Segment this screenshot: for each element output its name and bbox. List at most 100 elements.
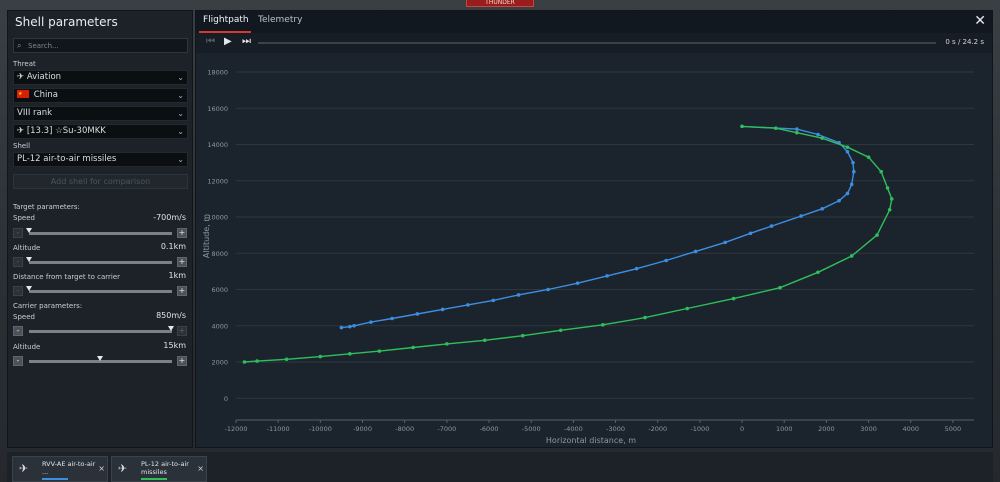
series-line-0 — [341, 125, 855, 329]
target-distance-increment-button[interactable]: + — [177, 286, 187, 296]
target-altitude-decrement-button[interactable]: - — [13, 257, 23, 267]
search-icon: ⌕ — [17, 41, 22, 50]
series-point-1 — [875, 233, 879, 237]
target-speed-label: Speed — [13, 214, 35, 222]
series-point-0 — [516, 293, 521, 297]
y-tick-label: 12000 — [207, 177, 228, 185]
search-input[interactable] — [28, 40, 183, 52]
x-tick-label: -5000 — [522, 425, 541, 433]
rank-value: VIII rank — [17, 108, 53, 118]
search-box[interactable]: ⌕ — [13, 38, 188, 53]
y-tick-label: 14000 — [207, 141, 228, 149]
x-tick-label: -11000 — [267, 425, 290, 433]
carrier-altitude-decrement-button[interactable]: - — [13, 356, 23, 366]
target-params-heading: Target parameters: — [13, 203, 80, 211]
legend-line — [42, 478, 68, 480]
target-distance-slider[interactable] — [29, 290, 172, 293]
series-point-1 — [685, 306, 690, 311]
add-shell-comparison-button[interactable]: Add shell for comparison — [13, 174, 188, 189]
legend-line — [141, 478, 167, 480]
tab-flightpath[interactable]: Flightpath — [203, 15, 249, 25]
target-speed-slider-thumb[interactable] — [26, 228, 32, 233]
tab-telemetry[interactable]: Telemetry — [258, 15, 302, 25]
target-altitude-slider[interactable] — [29, 261, 172, 264]
target-distance-decrement-button[interactable]: - — [13, 286, 23, 296]
y-tick-label: 8000 — [211, 250, 228, 258]
country-select[interactable]: China ⌄ — [13, 88, 188, 103]
target-distance-slider-thumb[interactable] — [26, 286, 32, 291]
x-tick-label: 0 — [740, 425, 744, 433]
series-point-1 — [845, 145, 850, 150]
x-axis-title: Horizontal distance, m — [546, 436, 636, 445]
chart-svg: 0200040006000800010000120001400016000180… — [202, 69, 974, 445]
top-banner: THUNDER — [466, 0, 534, 7]
series-point-1 — [885, 186, 890, 190]
series-point-0 — [837, 198, 841, 203]
series-point-1 — [445, 342, 449, 346]
close-icon[interactable]: × — [98, 464, 105, 473]
series-point-1 — [377, 349, 382, 353]
carrier-speed-slider-thumb[interactable] — [168, 326, 174, 331]
carrier-altitude-slider-thumb[interactable] — [97, 356, 103, 361]
series-point-1 — [483, 338, 487, 343]
series-point-1 — [643, 315, 647, 320]
playback-timeline[interactable] — [258, 42, 936, 44]
chevron-down-icon: ⌄ — [177, 73, 184, 82]
vehicle-value: [13.3] ☆Su-30MKK — [26, 126, 106, 136]
skip-forward-icon[interactable]: ⏭ — [242, 36, 251, 47]
target-speed-increment-button[interactable]: + — [177, 228, 187, 238]
series-point-0 — [369, 320, 373, 324]
series-point-0 — [852, 169, 856, 174]
carrier-speed-value: 850m/s — [156, 311, 186, 320]
shell-card-pl-12[interactable]: ✈ PL-12 air-to-air missiles × — [111, 456, 207, 482]
carrier-params-heading: Carrier parameters: — [13, 302, 83, 310]
target-altitude-slider-thumb[interactable] — [26, 257, 32, 262]
series-point-1 — [773, 126, 778, 130]
time-total: 24.2 s — [962, 38, 984, 46]
carrier-speed-increment-button[interactable]: + — [177, 326, 187, 336]
x-tick-label: -3000 — [606, 425, 625, 433]
series-point-0 — [348, 324, 352, 329]
chevron-down-icon: ⌄ — [177, 91, 184, 100]
vehicle-select[interactable]: ✈ [13.3] ☆Su-30MKK ⌄ — [13, 124, 188, 139]
time-readout: 0 s / 24.2 s — [945, 38, 984, 46]
missile-icon: ✈ — [118, 462, 128, 475]
target-speed-decrement-button[interactable]: - — [13, 228, 23, 238]
country-value: China — [33, 90, 58, 100]
carrier-altitude-increment-button[interactable]: + — [177, 356, 187, 366]
series-point-0 — [723, 240, 727, 245]
target-speed-slider[interactable] — [29, 232, 172, 235]
y-tick-label: 16000 — [207, 105, 228, 113]
shell-card-rvv-ae[interactable]: ✈ RVV-AE air-to-air ... × — [12, 456, 108, 482]
tab-bar: Flightpath Telemetry ✕ — [196, 11, 992, 33]
x-tick-label: 1000 — [776, 425, 793, 433]
shell-select[interactable]: PL-12 air-to-air missiles ⌄ — [13, 152, 188, 167]
close-icon[interactable]: ✕ — [974, 13, 986, 29]
series-point-0 — [546, 287, 550, 292]
series-point-1 — [795, 130, 799, 135]
series-point-0 — [664, 258, 668, 263]
series-point-1 — [778, 285, 782, 290]
x-tick-label: -12000 — [224, 425, 247, 433]
skip-back-icon[interactable]: ⏮ — [206, 36, 215, 47]
series-point-0 — [845, 191, 850, 196]
rank-select[interactable]: VIII rank ⌄ — [13, 106, 188, 121]
y-tick-label: 6000 — [211, 286, 228, 294]
carrier-speed-slider[interactable] — [29, 330, 172, 333]
shell-card-name: PL-12 air-to-air missiles — [141, 460, 189, 476]
target-distance-label: Distance from target to carrier — [13, 273, 121, 281]
flightpath-panel: Flightpath Telemetry ✕ ⏮ ▶ ⏭ 0 s / 24.2 … — [195, 10, 993, 448]
play-icon[interactable]: ▶ — [224, 36, 232, 47]
target-altitude-increment-button[interactable]: + — [177, 257, 187, 267]
carrier-speed-decrement-button[interactable]: - — [13, 326, 23, 336]
series-point-1 — [284, 357, 289, 362]
missile-icon: ✈ — [19, 462, 29, 475]
carrier-altitude-label: Altitude — [13, 343, 41, 351]
series-point-1 — [348, 352, 352, 356]
x-tick-label: -10000 — [309, 425, 332, 433]
threat-type-select[interactable]: ✈ Aviation ⌄ — [13, 70, 188, 85]
target-altitude-label: Altitude — [13, 244, 41, 252]
series-point-1 — [816, 270, 820, 275]
close-icon[interactable]: × — [197, 464, 204, 473]
series-point-0 — [390, 316, 394, 321]
